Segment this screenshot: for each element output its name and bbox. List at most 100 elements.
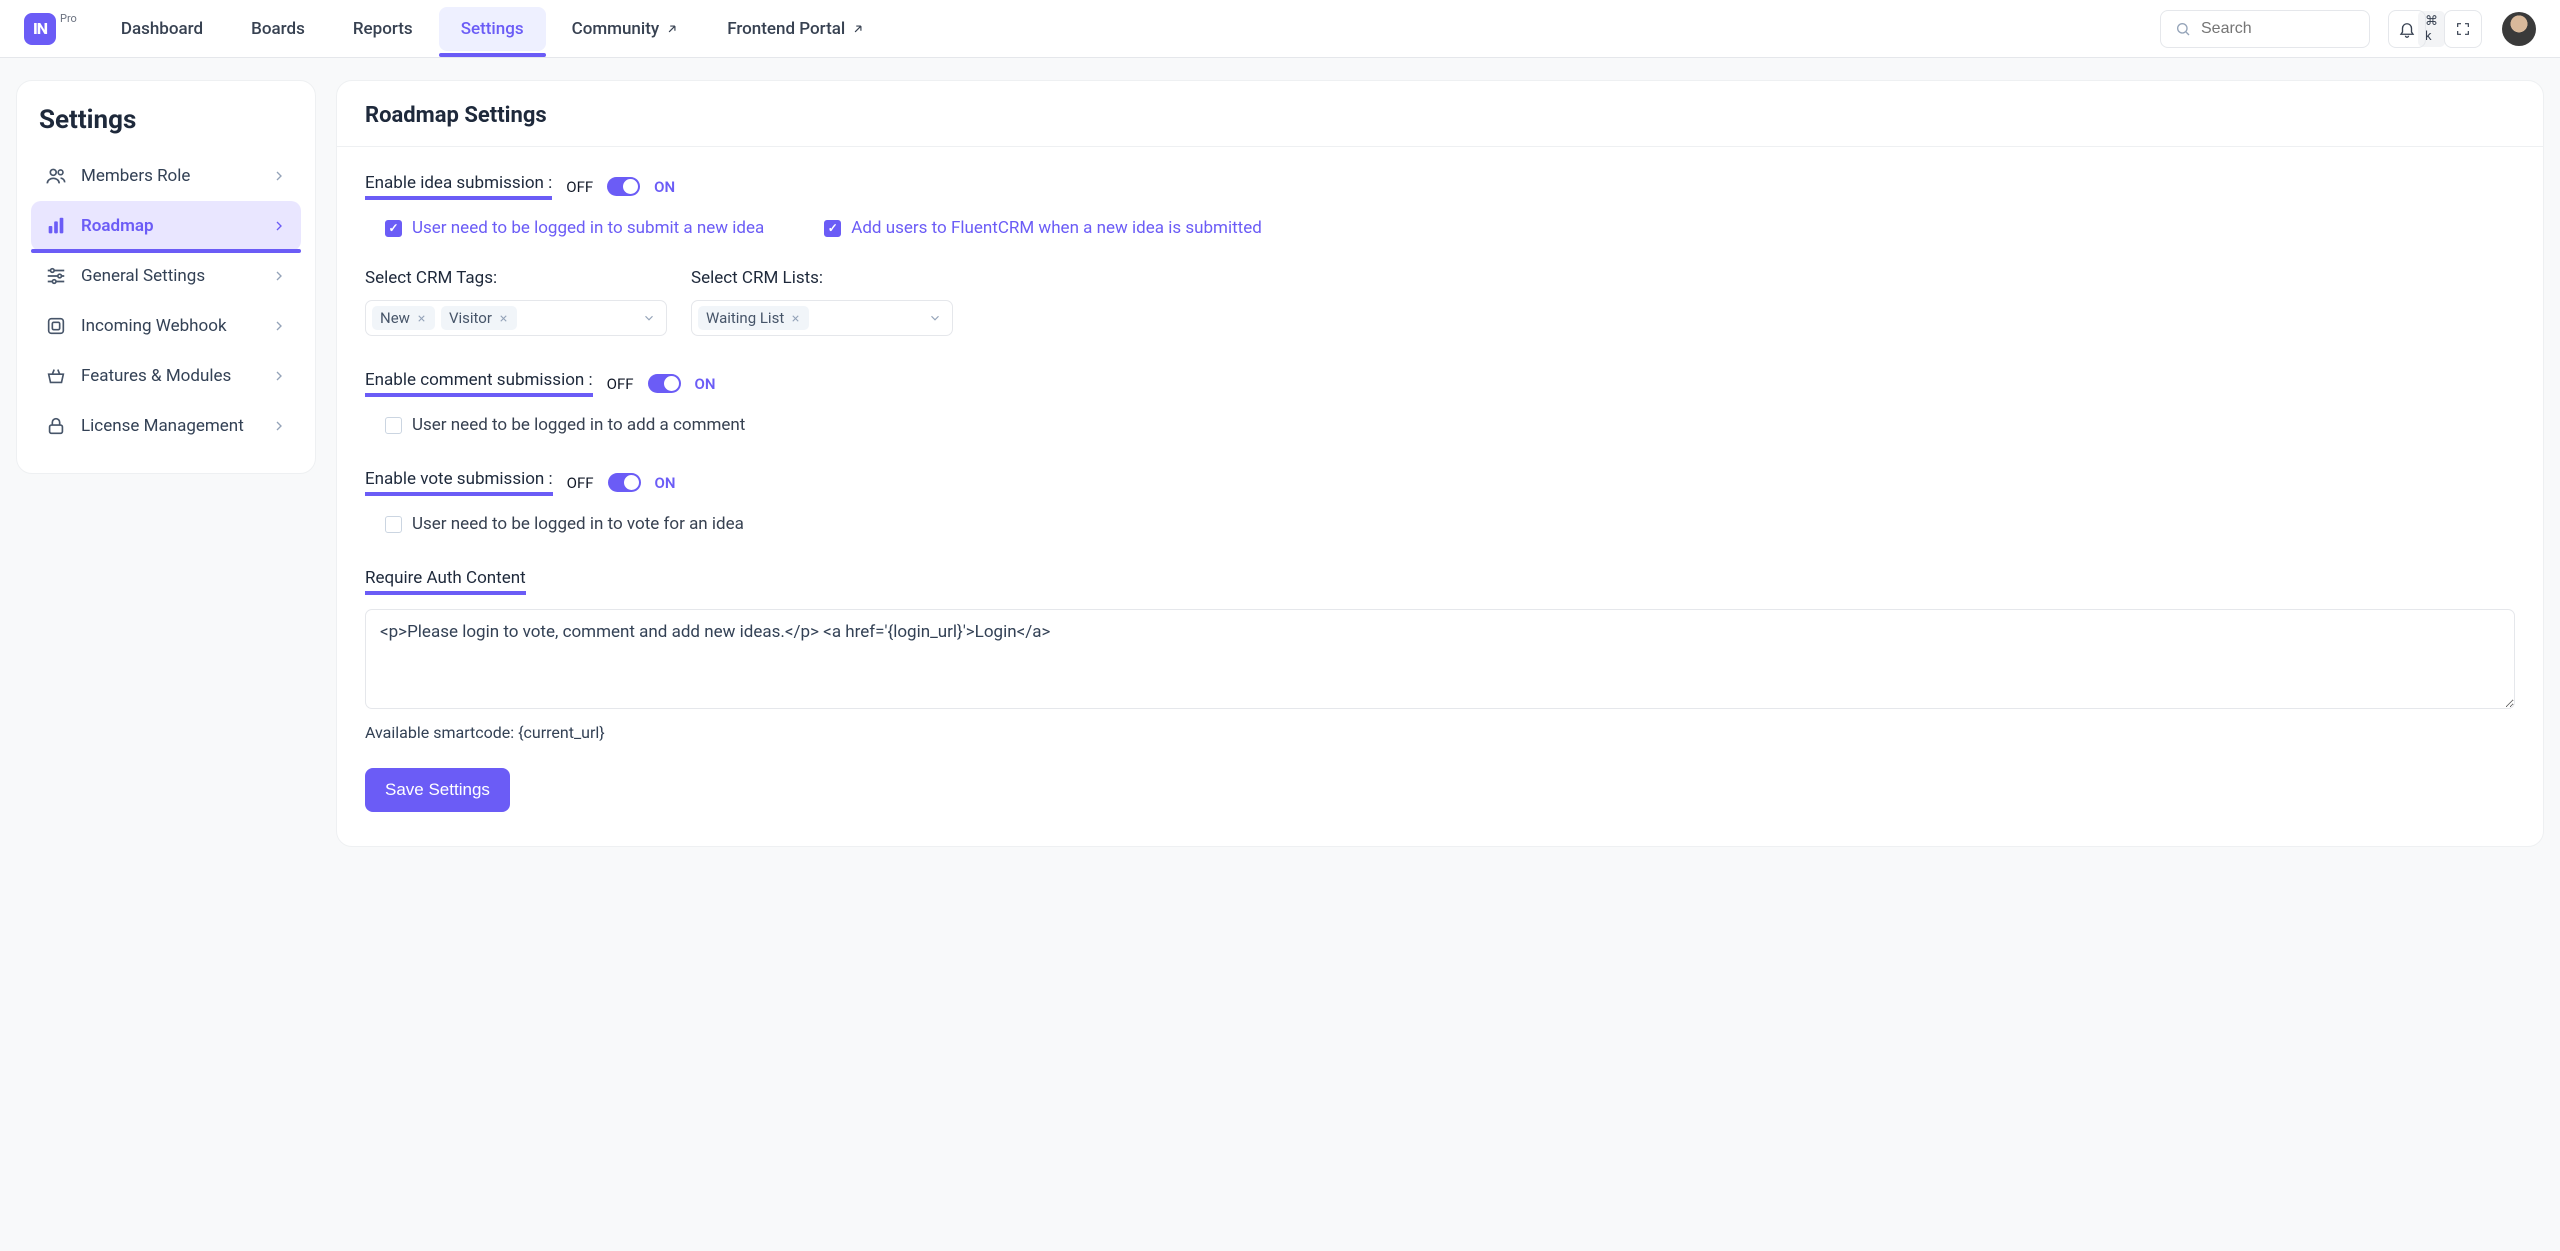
chevron-down-icon — [928, 311, 942, 325]
chevron-down-icon — [642, 311, 656, 325]
chart-bar-icon — [45, 215, 67, 237]
sidebar-item-roadmap[interactable]: Roadmap — [31, 201, 301, 251]
sidebar-title: Settings — [31, 99, 301, 151]
sidebar-item-label: Roadmap — [81, 216, 154, 236]
page-title: Roadmap Settings — [365, 103, 2515, 128]
chevron-right-icon — [271, 318, 287, 334]
top-header: IN Pro Dashboard Boards Reports Settings… — [0, 0, 2560, 58]
nav-settings[interactable]: Settings — [439, 7, 546, 51]
save-settings-button[interactable]: Save Settings — [365, 768, 510, 812]
tag-label: New — [380, 309, 410, 327]
crm-lists-select[interactable]: Waiting List — [691, 300, 953, 336]
pro-badge: Pro — [60, 12, 77, 25]
comment-submission-toggle[interactable] — [648, 374, 681, 393]
nav-label: Reports — [353, 19, 413, 39]
sidebar-item-label: License Management — [81, 416, 244, 436]
crm-lists-field: Select CRM Lists: Waiting List — [691, 238, 953, 336]
nav-dashboard[interactable]: Dashboard — [99, 7, 225, 51]
vote-login-required-checkbox[interactable]: User need to be logged in to vote for an… — [385, 514, 2515, 534]
checkbox-label: User need to be logged in to vote for an… — [412, 514, 744, 534]
external-link-icon — [851, 22, 865, 36]
external-link-icon — [665, 22, 679, 36]
sidebar-item-members-role[interactable]: Members Role — [31, 151, 301, 201]
bell-icon — [2398, 20, 2416, 38]
app-logo[interactable]: IN — [24, 13, 56, 45]
user-avatar[interactable] — [2502, 12, 2536, 46]
sidebar-item-incoming-webhook[interactable]: Incoming Webhook — [31, 301, 301, 351]
nav-label: Frontend Portal — [727, 19, 845, 39]
crm-tags-select[interactable]: New Visitor — [365, 300, 667, 336]
tag-chip: Visitor — [441, 306, 517, 330]
auth-smartcode-hint: Available smartcode: {current_url} — [365, 723, 2515, 742]
checkbox-icon — [385, 417, 402, 434]
checkbox-label: User need to be logged in to submit a ne… — [412, 218, 764, 238]
remove-tag-icon[interactable] — [498, 313, 509, 324]
sidebar-item-label: Features & Modules — [81, 366, 231, 386]
nav-boards[interactable]: Boards — [229, 7, 327, 51]
crm-tags-label: Select CRM Tags: — [365, 268, 667, 288]
checkbox-icon: ✓ — [385, 220, 402, 237]
comment-on-label: ON — [695, 375, 716, 393]
chevron-right-icon — [271, 418, 287, 434]
crm-lists-label: Select CRM Lists: — [691, 268, 953, 288]
basket-icon — [45, 365, 67, 387]
main-panel: Roadmap Settings Enable idea submission … — [336, 80, 2544, 847]
tag-chip: New — [372, 306, 435, 330]
chevron-right-icon — [271, 218, 287, 234]
checkbox-label: User need to be logged in to add a comme… — [412, 415, 745, 435]
logo-text: IN — [33, 19, 47, 38]
remove-tag-icon[interactable] — [790, 313, 801, 324]
expand-icon — [2455, 21, 2471, 37]
auth-content-textarea[interactable] — [365, 609, 2515, 709]
nav-label: Boards — [251, 19, 305, 39]
vote-submission-label: Enable vote submission : — [365, 469, 553, 496]
idea-submission-row: Enable idea submission : OFF ON — [365, 173, 2515, 200]
sidebar-item-general-settings[interactable]: General Settings — [31, 251, 301, 301]
tag-label: Waiting List — [706, 309, 784, 327]
nav-frontend-portal[interactable]: Frontend Portal — [705, 7, 887, 51]
checkbox-icon: ✓ — [824, 220, 841, 237]
idea-on-label: ON — [654, 178, 675, 196]
tag-label: Visitor — [449, 309, 492, 327]
settings-sidebar: Settings Members Role Roadmap General Se… — [16, 80, 316, 474]
page-body: Settings Members Role Roadmap General Se… — [0, 58, 2560, 1251]
nav-label: Settings — [461, 19, 524, 39]
search-input[interactable] — [2201, 20, 2408, 38]
idea-submission-toggle[interactable] — [607, 177, 640, 196]
chevron-right-icon — [271, 168, 287, 184]
search-box[interactable]: ⌘ k — [2160, 10, 2370, 48]
idea-fluentcrm-checkbox[interactable]: ✓ Add users to FluentCRM when a new idea… — [824, 218, 1262, 238]
checkbox-icon — [385, 516, 402, 533]
tag-chip: Waiting List — [698, 306, 809, 330]
fullscreen-button[interactable] — [2444, 10, 2482, 48]
main-body: Enable idea submission : OFF ON ✓ User n… — [337, 147, 2543, 846]
comment-login-required-checkbox[interactable]: User need to be logged in to add a comme… — [385, 415, 2515, 435]
idea-off-label: OFF — [566, 178, 593, 196]
sidebar-item-label: General Settings — [81, 266, 205, 286]
chevron-right-icon — [271, 268, 287, 284]
lock-icon — [45, 415, 67, 437]
nav-community[interactable]: Community — [550, 7, 702, 51]
main-nav: Dashboard Boards Reports Settings Commun… — [99, 0, 887, 57]
idea-submission-label: Enable idea submission : — [365, 173, 552, 200]
sidebar-item-label: Members Role — [81, 166, 190, 186]
comment-submission-label: Enable comment submission : — [365, 370, 593, 397]
sidebar-item-license-management[interactable]: License Management — [31, 401, 301, 451]
sidebar-item-features-modules[interactable]: Features & Modules — [31, 351, 301, 401]
remove-tag-icon[interactable] — [416, 313, 427, 324]
comment-off-label: OFF — [607, 375, 634, 393]
auth-content-label: Require Auth Content — [365, 568, 526, 595]
chevron-right-icon — [271, 368, 287, 384]
idea-login-required-checkbox[interactable]: ✓ User need to be logged in to submit a … — [385, 218, 764, 238]
nav-label: Dashboard — [121, 19, 203, 39]
comment-submission-row: Enable comment submission : OFF ON — [365, 370, 2515, 397]
nav-reports[interactable]: Reports — [331, 7, 435, 51]
sliders-icon — [45, 265, 67, 287]
box-icon — [45, 315, 67, 337]
vote-submission-toggle[interactable] — [608, 473, 641, 492]
sidebar-item-label: Incoming Webhook — [81, 316, 227, 336]
logo-wrap: IN Pro — [24, 13, 79, 45]
search-icon — [2175, 21, 2191, 37]
notifications-button[interactable] — [2388, 10, 2426, 48]
vote-off-label: OFF — [567, 474, 594, 492]
